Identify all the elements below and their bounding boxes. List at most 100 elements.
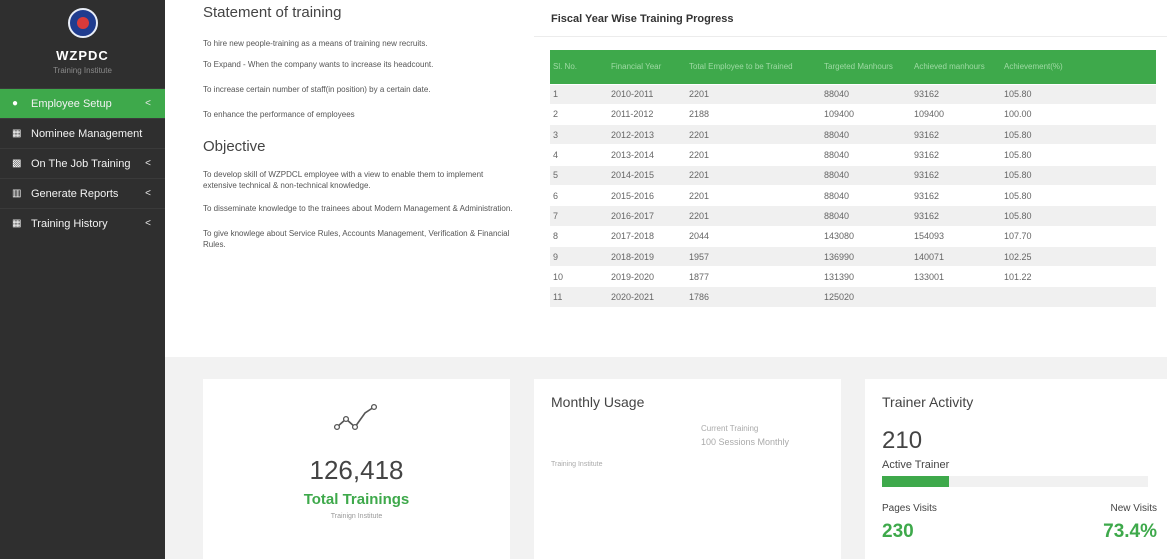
- table-row: 9 2018-2019 1957 136990 140071 102.25: [550, 245, 1156, 267]
- total-trainings-value: 126,418: [309, 455, 404, 485]
- active-trainer-count: 210: [882, 427, 923, 454]
- table-row: 8 2017-2018 2044 143080 154093 107.70: [550, 225, 1156, 247]
- statement-section: Statement of training To hire new people…: [203, 4, 518, 250]
- table-cell: 1: [550, 83, 608, 105]
- pages-visits-label: Pages Visits: [882, 503, 937, 514]
- objective-point: To give knowlege about Service Rules, Ac…: [203, 229, 510, 249]
- table-cell: 4: [550, 144, 608, 166]
- table-cell: 105.80: [1001, 164, 1156, 186]
- table-cell: 2201: [686, 144, 821, 166]
- brand-subtitle: Training Institute: [53, 66, 112, 75]
- table-cell: [911, 286, 1001, 308]
- table-cell: [1001, 286, 1156, 308]
- table-cell: 2015-2016: [608, 184, 686, 206]
- table-cell: 1877: [686, 266, 821, 287]
- table-row: 4 2013-2014 2201 88040 93162 105.80: [550, 144, 1156, 166]
- sidebar-item-label: Generate Reports: [31, 187, 119, 200]
- column-header: Achievement(%): [1001, 50, 1156, 84]
- statement-point: To hire new people-training as a means o…: [203, 39, 428, 48]
- table-cell: 93162: [911, 184, 1001, 206]
- table-cell: 88040: [821, 124, 911, 145]
- chevron-left-icon: <: [145, 98, 151, 109]
- sidebar-item-on-the-job-training[interactable]: ▩ On The Job Training <: [0, 148, 165, 178]
- table-cell: 2019-2020: [608, 266, 686, 287]
- table-cell: 2: [550, 103, 608, 125]
- brand-name: WZPDC: [56, 48, 109, 63]
- statement-point: To increase certain number of staff(in p…: [203, 85, 431, 94]
- column-header: Sl. No.: [550, 50, 608, 84]
- table-cell: 105.80: [1001, 184, 1156, 206]
- table-cell: 93162: [911, 144, 1001, 166]
- objective-point: To develop skill of WZPDCL employee with…: [203, 170, 484, 190]
- trainer-activity-title: Trainer Activity: [882, 394, 974, 410]
- total-trainings-sub: Trainign Institute: [330, 513, 383, 520]
- table-row: 1 2010-2011 2201 88040 93162 105.80: [550, 83, 1156, 105]
- table-row: 10 2019-2020 1877 131390 133001 101.22: [550, 266, 1156, 287]
- sidebar-item-generate-reports[interactable]: ▥ Generate Reports <: [0, 178, 165, 208]
- table-cell: 136990: [821, 245, 911, 267]
- table-cell: 2017-2018: [608, 225, 686, 247]
- table-cell: 125020: [821, 286, 911, 308]
- pages-visits-value: 230: [882, 521, 914, 542]
- column-header: Financial Year: [608, 50, 686, 84]
- new-visits-value: 73.4%: [1103, 521, 1157, 542]
- table-cell: 6: [550, 184, 608, 206]
- table-row: 7 2016-2017 2201 88040 93162 105.80: [550, 205, 1156, 227]
- sidebar-item-nominee-management[interactable]: ▦ Nominee Management: [0, 118, 165, 148]
- table-row: 2 2011-2012 2188 109400 109400 100.00: [550, 103, 1156, 125]
- sidebar-item-training-history[interactable]: ▦ Training History <: [0, 208, 165, 238]
- sidebar: WZPDC Training Institute ● Employee Setu…: [0, 0, 165, 559]
- table-cell: 2044: [686, 225, 821, 247]
- table-cell: 2201: [686, 205, 821, 227]
- table-row: 5 2014-2015 2201 88040 93162 105.80: [550, 164, 1156, 186]
- id-card-icon: ▦: [12, 128, 22, 139]
- table-cell: 5: [550, 164, 608, 186]
- statement-point: To enhance the performance of employees: [203, 110, 355, 119]
- institute-label: Training Institute: [551, 461, 603, 468]
- table-cell: 102.25: [1001, 245, 1156, 267]
- table-cell: 2014-2015: [608, 164, 686, 186]
- table-cell: 2018-2019: [608, 245, 686, 267]
- table-cell: 88040: [821, 205, 911, 227]
- table-title: Fiscal Year Wise Training Progress: [551, 13, 734, 25]
- table-cell: 88040: [821, 144, 911, 166]
- table-cell: 1957: [686, 245, 821, 267]
- progress-fill: [882, 476, 949, 487]
- table-cell: 2011-2012: [608, 103, 686, 125]
- table-cell: 11: [550, 286, 608, 308]
- table-cell: 2013-2014: [608, 144, 686, 166]
- sidebar-item-label: Employee Setup: [31, 97, 112, 110]
- objective-point: To disseminate knowledge to the trainees…: [203, 204, 513, 213]
- table-row: 11 2020-2021 1786 125020: [550, 286, 1156, 308]
- new-visits-label: New Visits: [1110, 503, 1158, 514]
- table-cell: 133001: [911, 266, 1001, 287]
- table-cell: 105.80: [1001, 205, 1156, 227]
- user-icon: ●: [12, 98, 19, 109]
- table-cell: 109400: [911, 103, 1001, 125]
- table-cell: 1786: [686, 286, 821, 308]
- statement-point: To Expand - When the company wants to in…: [203, 60, 434, 69]
- training-progress-table: Sl. No. Financial Year Total Employee to…: [550, 50, 1156, 308]
- column-header: Achieved manhours: [911, 50, 1001, 84]
- table-cell: 2020-2021: [608, 286, 686, 308]
- sidebar-item-employee-setup[interactable]: ● Employee Setup <: [0, 88, 165, 118]
- table-cell: 2016-2017: [608, 205, 686, 227]
- column-header: Total Employee to be Trained: [686, 50, 821, 84]
- brand: WZPDC Training Institute: [0, 0, 165, 88]
- chevron-left-icon: <: [145, 218, 151, 229]
- table-cell: 93162: [911, 124, 1001, 145]
- table-cell: 88040: [821, 184, 911, 206]
- statement-title: Statement of training: [203, 4, 342, 21]
- table-cell: 93162: [911, 83, 1001, 105]
- chevron-left-icon: <: [145, 188, 151, 199]
- active-trainer-progress: [882, 476, 1148, 487]
- table-cell: 100.00: [1001, 103, 1156, 125]
- table-cell: 101.22: [1001, 266, 1156, 287]
- table-cell: 105.80: [1001, 144, 1156, 166]
- table-cell: 2201: [686, 164, 821, 186]
- sidebar-item-label: Training History: [31, 217, 108, 230]
- table-cell: 93162: [911, 205, 1001, 227]
- table-cell: 107.70: [1001, 225, 1156, 247]
- table-row: 3 2012-2013 2201 88040 93162 105.80: [550, 124, 1156, 145]
- objective-title: Objective: [203, 138, 266, 155]
